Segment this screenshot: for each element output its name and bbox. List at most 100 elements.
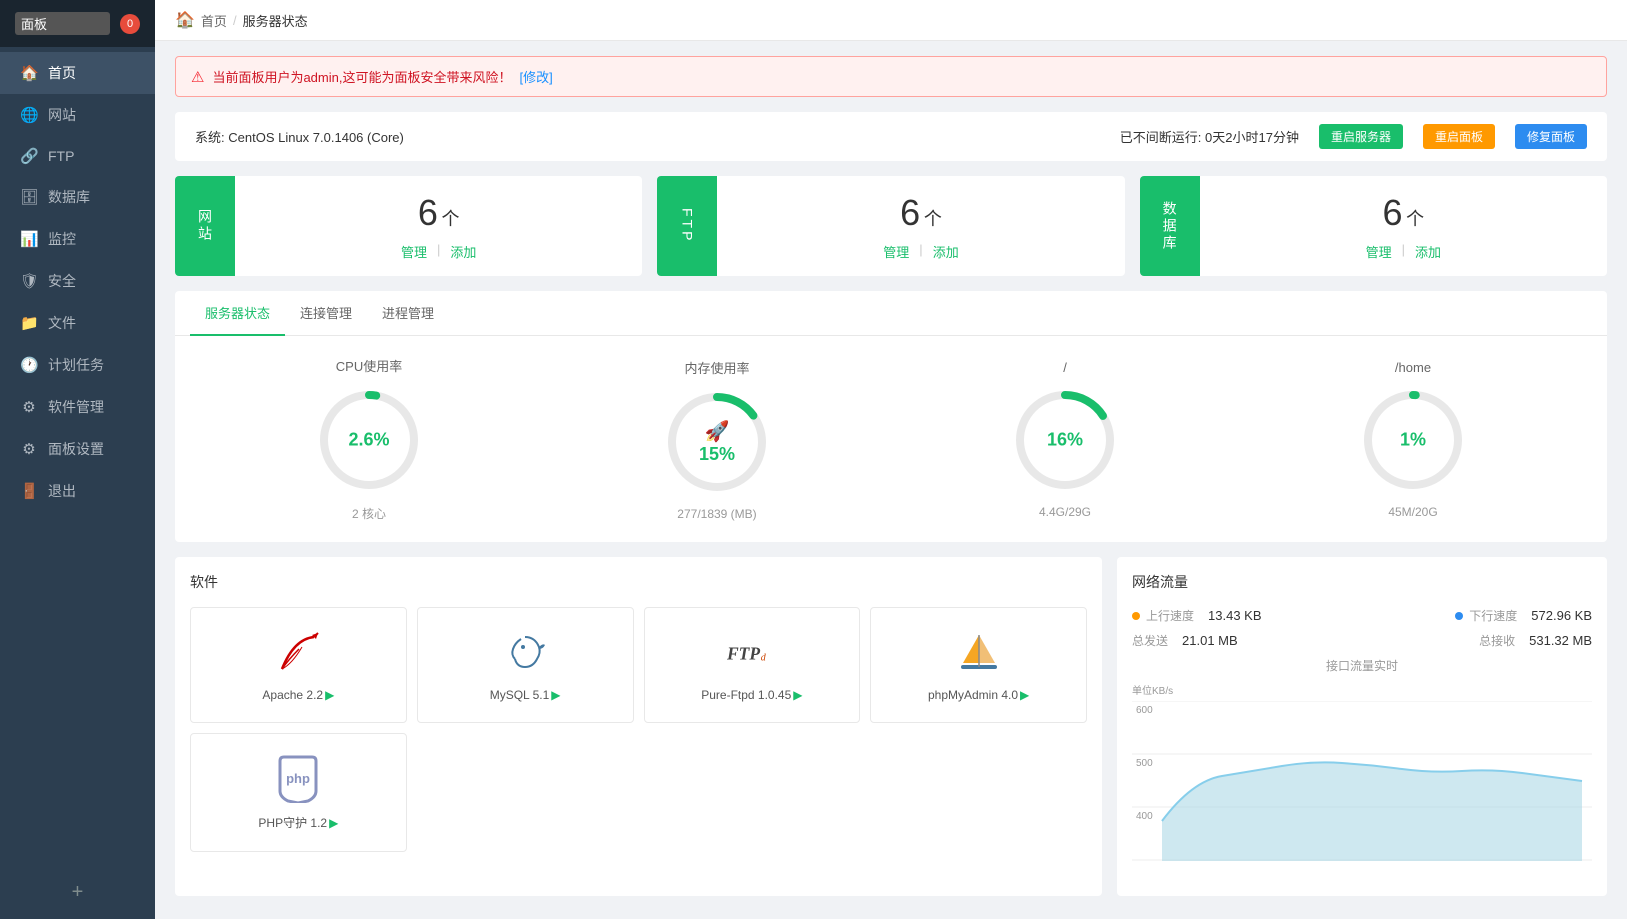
sidebar-item-label: 首页 <box>48 63 76 83</box>
sidebar-item-website[interactable]: 🌐 网站 <box>0 94 155 136</box>
ftp-count: 6 个 <box>900 192 942 234</box>
total-send-label: 总发送 <box>1132 632 1168 649</box>
db-add-link[interactable]: 添加 <box>1415 242 1441 261</box>
ftp-add-link[interactable]: 添加 <box>933 242 959 261</box>
sidebar-item-label: 监控 <box>48 229 76 249</box>
software-grid: Apache 2.2 ▶ <box>190 607 1087 852</box>
cpu-gauge-wrap: 2.6% <box>314 385 424 495</box>
disk-gauge-label: 4.4G/29G <box>1039 505 1091 519</box>
repair-panel-button[interactable]: 修复面板 <box>1515 124 1587 149</box>
warning-icon: ⚠ <box>191 68 204 86</box>
cpu-gauge: CPU使用率 2.6% 2 核心 <box>314 356 424 522</box>
software-item-phpmyadmin[interactable]: phpMyAdmin 4.0 ▶ <box>870 607 1087 723</box>
sysinfo-bar: 系统: CentOS Linux 7.0.1406 (Core) 已不间断运行:… <box>175 112 1607 161</box>
sidebar-item-software[interactable]: ⚙ 软件管理 <box>0 386 155 428</box>
sidebar-item-label: 退出 <box>48 481 76 501</box>
restart-server-button[interactable]: 重启服务器 <box>1319 124 1403 149</box>
sidebar-item-panelsettings[interactable]: ⚙ 面板设置 <box>0 428 155 470</box>
tab-content: CPU使用率 2.6% 2 核心 <box>175 336 1607 542</box>
sidebar-item-database[interactable]: 🗄 数据库 <box>0 176 155 218</box>
software-item-mysql[interactable]: MySQL 5.1 ▶ <box>417 607 634 723</box>
cpu-percent: 2.6% <box>348 430 389 451</box>
software-item-ftpd[interactable]: FTP d Pure-Ftpd 1.0.45 ▶ <box>644 607 861 723</box>
breadcrumb-separator: / <box>233 13 237 28</box>
clock-icon: 🕐 <box>20 356 38 374</box>
db-stat-content: 6 个 管理 | 添加 <box>1200 176 1607 276</box>
breadcrumb-home[interactable]: 首页 <box>201 11 227 30</box>
restart-panel-button[interactable]: 重启面板 <box>1423 124 1495 149</box>
sidebar-item-security[interactable]: 🛡 安全 <box>0 260 155 302</box>
sidebar: 面板 0 🏠 首页 🌐 网站 🔗 FTP 🗄 数据库 📊 监控 🛡 安全 📁 <box>0 0 155 919</box>
memory-percent: 15% <box>699 444 735 465</box>
software-item-apache[interactable]: Apache 2.2 ▶ <box>190 607 407 723</box>
database-icon: 🗄 <box>20 188 38 206</box>
sidebar-item-monitor[interactable]: 📊 监控 <box>0 218 155 260</box>
ftpd-icon: FTP d <box>727 628 777 678</box>
upload-value: 13.43 KB <box>1208 608 1262 623</box>
db-manage-link[interactable]: 管理 <box>1366 242 1392 261</box>
ftp-manage-link[interactable]: 管理 <box>883 242 909 261</box>
tab-connection-mgmt[interactable]: 连接管理 <box>285 291 367 336</box>
download-stat: 下行速度 572.96 KB <box>1455 607 1592 624</box>
network-panel: 网络流量 上行速度 13.43 KB 下行速度 572.96 KB <box>1117 557 1607 896</box>
download-label: 下行速度 <box>1469 607 1517 624</box>
main-content: 🏠 首页 / 服务器状态 ⚠ 当前面板用户为admin,这可能为面板安全带来风险… <box>155 0 1627 919</box>
mysql-name: MySQL 5.1 ▶ <box>490 688 561 702</box>
disk-gauge-title: / <box>1063 360 1067 375</box>
software-panel-title: 软件 <box>190 572 1087 592</box>
website-icon: 🌐 <box>20 106 38 124</box>
disk-gauge: / 16% 4.4G/29G <box>1010 360 1120 519</box>
stats-row: 网站 6 个 管理 | 添加 FTP 6 <box>175 176 1607 276</box>
chart-unit: 单位KB/s <box>1132 682 1592 697</box>
website-badge: 网站 <box>175 176 235 276</box>
sidebar-nav: 🏠 首页 🌐 网站 🔗 FTP 🗄 数据库 📊 监控 🛡 安全 📁 文件 🕐 <box>0 47 155 866</box>
website-add-link[interactable]: 添加 <box>450 242 476 261</box>
uptime-label: 已不间断运行: <box>1120 130 1202 145</box>
home-gauge-wrap: 1% <box>1358 385 1468 495</box>
sidebar-item-files[interactable]: 📁 文件 <box>0 302 155 344</box>
sidebar-item-cron[interactable]: 🕐 计划任务 <box>0 344 155 386</box>
memory-gauge-icon: 🚀 <box>699 419 735 444</box>
home-gauge-label: 45M/20G <box>1388 505 1437 519</box>
ftpd-name: Pure-Ftpd 1.0.45 ▶ <box>701 688 802 702</box>
tab-server-status[interactable]: 服务器状态 <box>190 291 285 336</box>
tab-process-mgmt[interactable]: 进程管理 <box>367 291 449 336</box>
alert-fix-link[interactable]: [修改] <box>519 67 552 86</box>
shield-icon: 🛡 <box>20 272 38 290</box>
logout-icon: 🚪 <box>20 482 38 500</box>
uptime-text: 已不间断运行: 0天2小时17分钟 <box>1120 127 1299 146</box>
home-gauge: /home 1% 45M/20G <box>1358 360 1468 519</box>
chart-title: 接口流量实时 <box>1132 657 1592 674</box>
website-manage-link[interactable]: 管理 <box>401 242 427 261</box>
disk-gauge-wrap: 16% <box>1010 385 1120 495</box>
sidebar-item-label: 安全 <box>48 271 76 291</box>
db-badge: 数据库 <box>1140 176 1200 276</box>
memory-gauge-title: 内存使用率 <box>684 358 749 377</box>
apache-name: Apache 2.2 ▶ <box>262 688 334 702</box>
memory-gauge-wrap: 🚀 15% <box>662 387 772 497</box>
svg-text:FTP: FTP <box>727 643 760 663</box>
sidebar-item-logout[interactable]: 🚪 退出 <box>0 470 155 512</box>
sidebar-item-home[interactable]: 🏠 首页 <box>0 52 155 94</box>
ftp-stat-content: 6 个 管理 | 添加 <box>717 176 1124 276</box>
software-item-php[interactable]: php PHP守护 1.2 ▶ <box>190 733 407 852</box>
tab-header: 服务器状态 连接管理 进程管理 <box>175 291 1607 336</box>
add-button[interactable]: + <box>0 866 155 919</box>
apps-icon: ⚙ <box>20 398 38 416</box>
home-icon: 🏠 <box>20 64 38 82</box>
alert-message: 当前面板用户为admin,这可能为面板安全带来风险！ <box>212 67 511 86</box>
bottom-row: 软件 <box>175 557 1607 896</box>
sidebar-item-label: 面板设置 <box>48 439 104 459</box>
disk-percent: 16% <box>1047 429 1083 450</box>
svg-text:d: d <box>761 653 767 664</box>
cpu-gauge-title: CPU使用率 <box>336 356 402 375</box>
folder-icon: 📁 <box>20 314 38 332</box>
sidebar-item-label: 文件 <box>48 313 76 333</box>
system-label: 系统: <box>195 130 225 145</box>
server-tabs: 服务器状态 连接管理 进程管理 CPU使用率 <box>175 291 1607 542</box>
upload-label: 上行速度 <box>1146 607 1194 624</box>
sidebar-item-ftp[interactable]: 🔗 FTP <box>0 136 155 176</box>
memory-gauge: 内存使用率 🚀 15% 277/1839 (MB) <box>662 358 772 521</box>
sidebar-item-label: 软件管理 <box>48 397 104 417</box>
gear-icon: ⚙ <box>20 440 38 458</box>
